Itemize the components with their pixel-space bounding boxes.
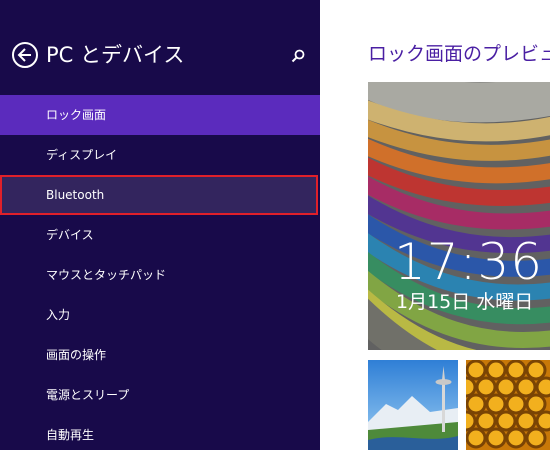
nav-item-bluetooth[interactable]: Bluetooth (0, 175, 318, 215)
lock-screen-preview: 17:36 1月15日 水曜日 (368, 82, 550, 350)
page-title: PC とデバイス (46, 43, 185, 67)
sidebar-header: PC とデバイス (12, 38, 312, 72)
lock-screen-preview-title: ロック画面のプレビュー (368, 43, 550, 65)
lock-screen-time: 17:36 (394, 233, 544, 291)
settings-sidebar: PC とデバイス ロック画面 ディスプレイ Bluetooth デバイス マウス… (0, 0, 320, 450)
nav-item-mouse-touchpad[interactable]: マウスとタッチパッド (0, 255, 320, 295)
nav-item-typing[interactable]: 入力 (0, 295, 320, 335)
honeycomb-thumbnail[interactable] (466, 360, 550, 450)
nav-item-autoplay[interactable]: 自動再生 (0, 415, 320, 455)
nav-item-display[interactable]: ディスプレイ (0, 135, 320, 175)
nav-item-screen-operation[interactable]: 画面の操作 (0, 335, 320, 375)
settings-nav: ロック画面 ディスプレイ Bluetooth デバイス マウスとタッチパッド 入… (0, 95, 320, 455)
seattle-skyline-thumbnail[interactable] (368, 360, 458, 450)
nav-item-lock-screen[interactable]: ロック画面 (0, 95, 320, 135)
back-arrow-icon[interactable] (12, 42, 38, 68)
lock-screen-date: 1月15日 水曜日 (396, 291, 534, 313)
search-icon[interactable] (290, 48, 306, 64)
nav-item-power-sleep[interactable]: 電源とスリープ (0, 375, 320, 415)
nav-item-devices[interactable]: デバイス (0, 215, 320, 255)
